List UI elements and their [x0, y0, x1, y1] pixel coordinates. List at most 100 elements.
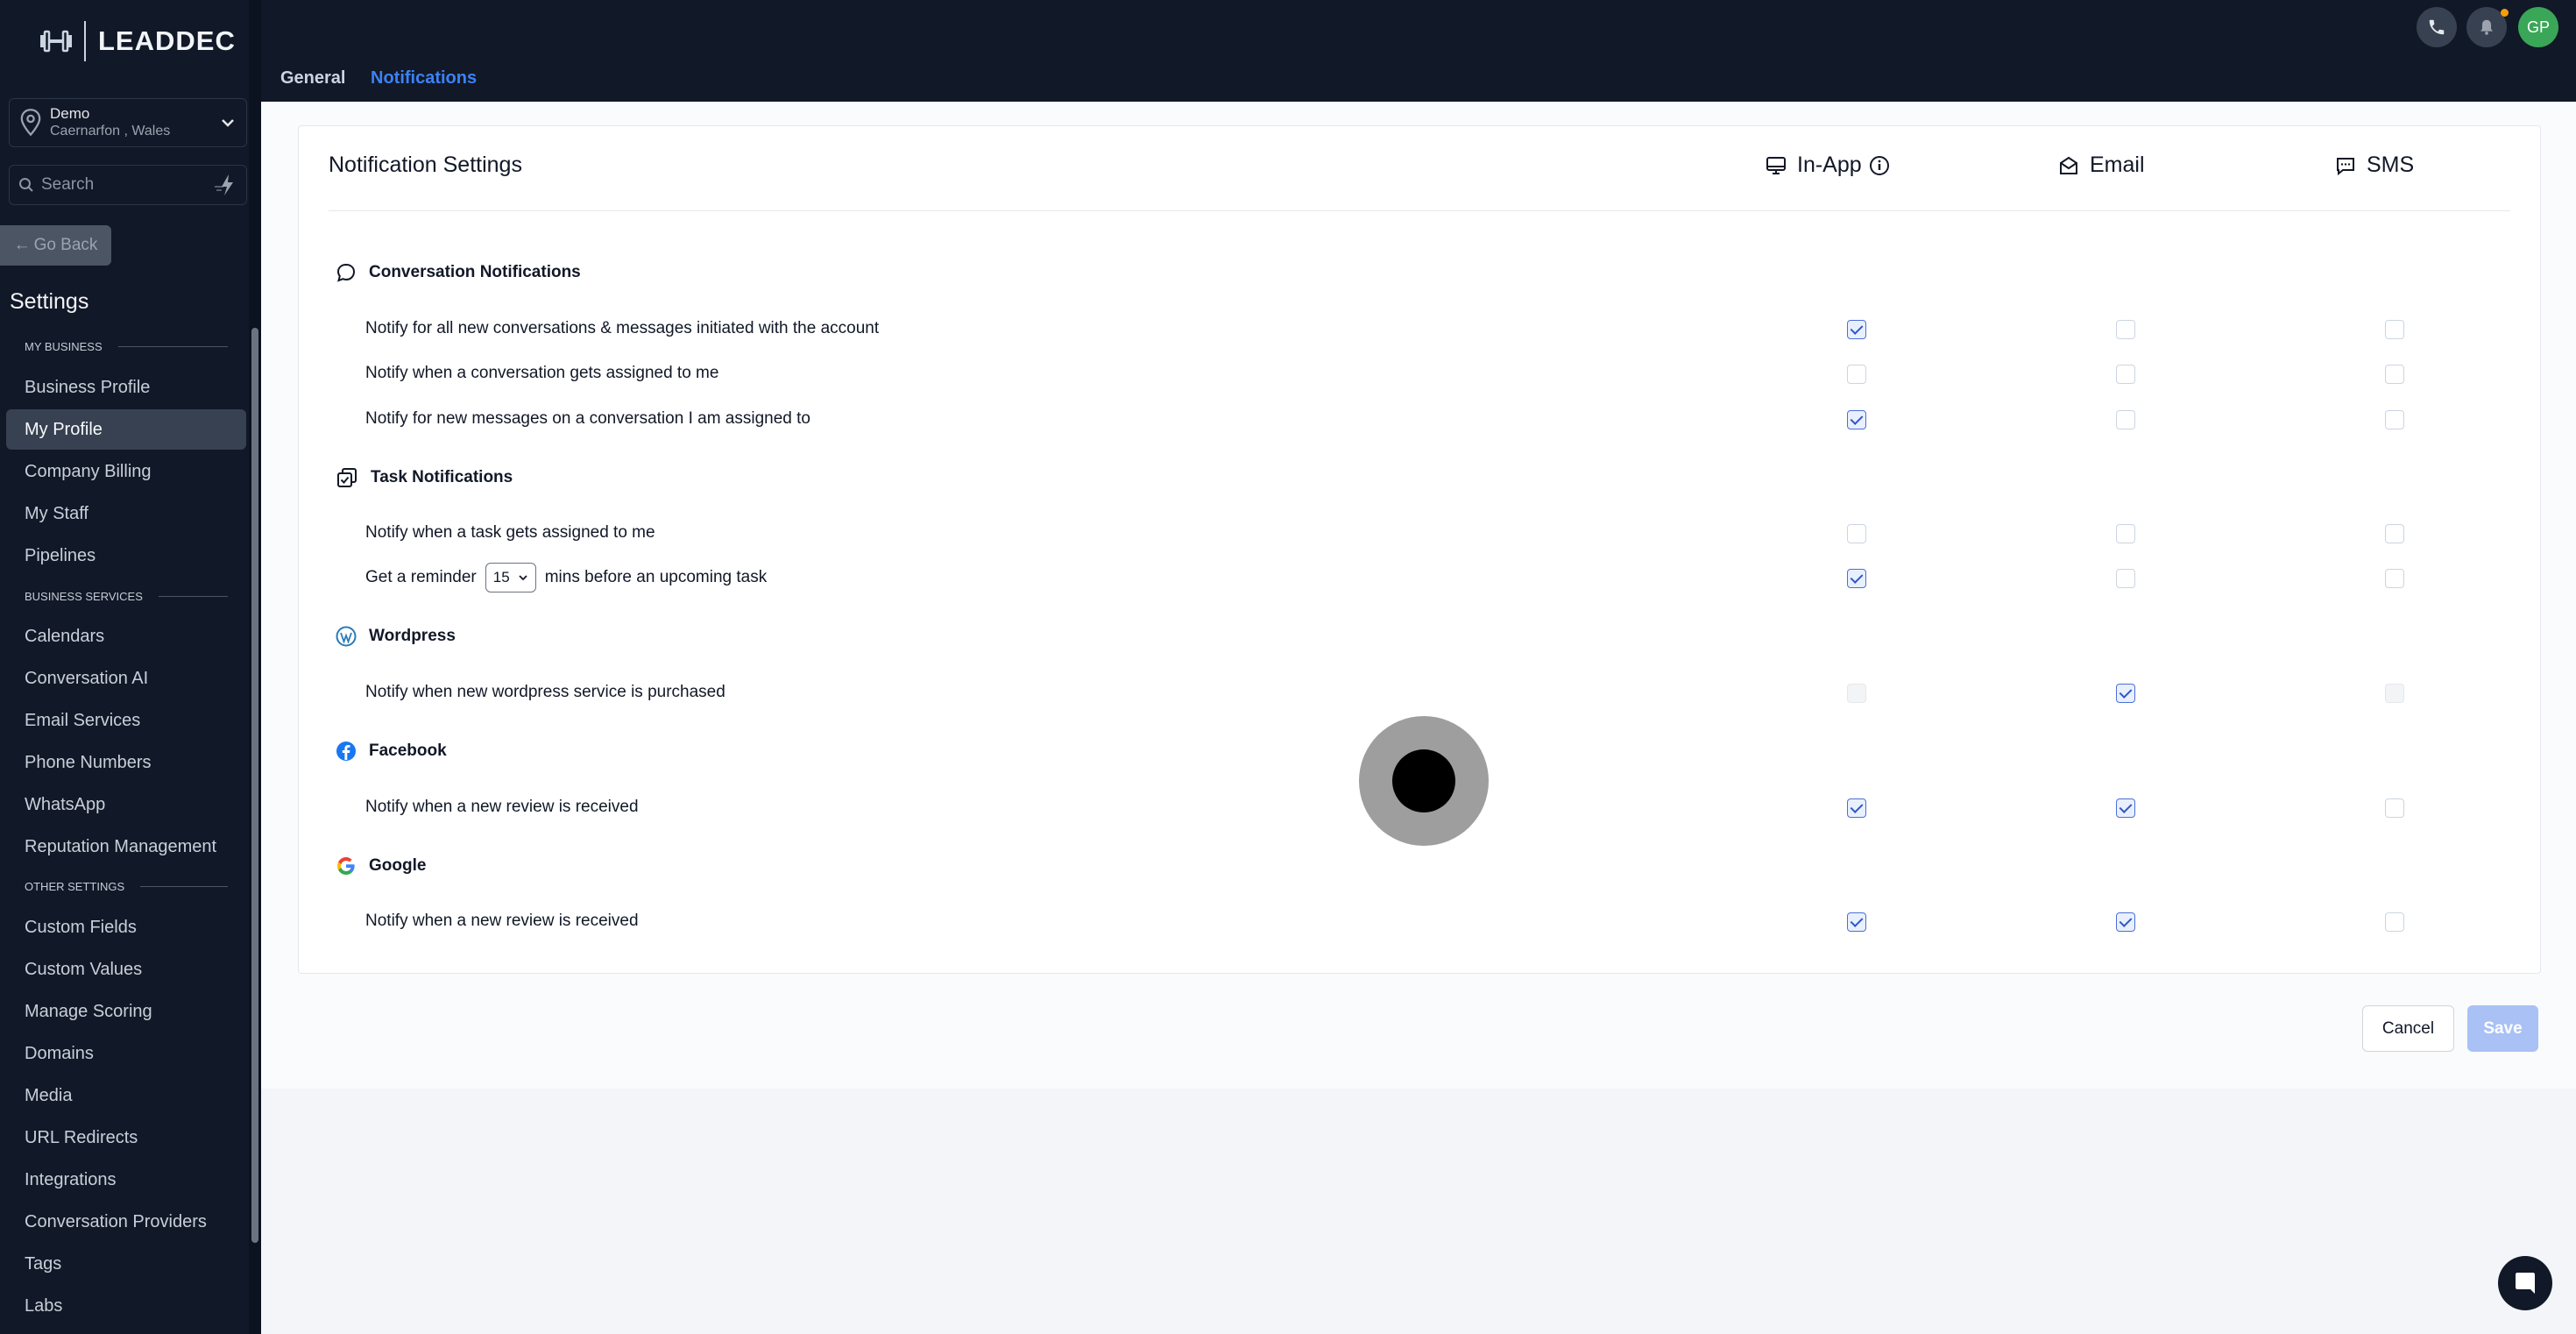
header-divider — [329, 210, 2510, 211]
settings-title: Settings — [10, 289, 89, 314]
lightning-icon[interactable] — [213, 173, 237, 197]
location-address: Caernarfon , Wales — [50, 124, 171, 138]
brand-name: LEADDEC — [98, 25, 236, 56]
checkbox-sms[interactable] — [2385, 524, 2404, 543]
phone-icon — [2429, 19, 2445, 35]
phone-button[interactable] — [2417, 7, 2457, 47]
checkbox-sms[interactable] — [2385, 320, 2404, 339]
row-label: Notify when new wordpress service is pur… — [365, 683, 725, 701]
checkbox-in-app[interactable] — [1847, 320, 1866, 339]
notification-dot — [2501, 9, 2509, 17]
sidebar-item-reputation-management[interactable]: Reputation Management — [6, 827, 246, 867]
sidebar: LEADDEC Demo Caernarfon , Wales Search ←… — [0, 0, 261, 1334]
sidebar-item-custom-fields[interactable]: Custom Fields — [6, 907, 246, 947]
avatar[interactable]: GP — [2518, 7, 2558, 47]
row-label: Notify when a new review is received — [365, 798, 639, 816]
location-switcher[interactable]: Demo Caernarfon , Wales — [9, 98, 247, 147]
sidebar-item-labs[interactable]: Labs — [6, 1286, 246, 1326]
search-icon — [19, 178, 33, 192]
cancel-button[interactable]: Cancel — [2362, 1005, 2454, 1052]
sidebar-scrollbar-thumb[interactable] — [251, 328, 258, 1243]
checkbox-in-app[interactable] — [1847, 569, 1866, 588]
message-square-icon — [2337, 157, 2354, 175]
sidebar-item-url-redirects[interactable]: URL Redirects — [6, 1118, 246, 1158]
location-name: Demo — [50, 105, 90, 122]
go-back-label: Go Back — [33, 236, 98, 254]
chat-bubble-icon — [336, 263, 356, 282]
envelope-icon — [2060, 156, 2077, 174]
sidebar-item-whatsapp[interactable]: WhatsApp — [6, 784, 246, 825]
sidebar-item-manage-scoring[interactable]: Manage Scoring — [6, 991, 246, 1032]
notification-settings-card: Notification Settings In-App Email SMS C… — [298, 125, 2541, 974]
checkbox-in-app[interactable] — [1847, 798, 1866, 818]
sidebar-scrollbar[interactable] — [249, 0, 261, 1334]
sidebar-item-email-services[interactable]: Email Services — [6, 700, 246, 741]
checkbox-in-app[interactable] — [1847, 524, 1866, 543]
sidebar-item-domains[interactable]: Domains — [6, 1033, 246, 1074]
row-label: Notify for all new conversations & messa… — [365, 319, 880, 337]
sidebar-search[interactable]: Search — [9, 165, 247, 205]
info-icon[interactable] — [1869, 155, 1890, 176]
checkbox-email[interactable] — [2116, 320, 2135, 339]
arrow-left-icon: ← — [13, 236, 31, 254]
checkbox-email[interactable] — [2116, 365, 2135, 384]
sidebar-item-tags[interactable]: Tags — [6, 1244, 246, 1284]
sidebar-item-custom-values[interactable]: Custom Values — [6, 949, 246, 990]
reminder-minutes-select[interactable]: 15 — [485, 563, 536, 592]
section-heading-other-settings: OTHER SETTINGS — [25, 880, 228, 893]
chevron-down-icon — [519, 575, 527, 581]
group-title-conversation-notifications: Conversation Notifications — [336, 262, 581, 283]
sidebar-item-company-billing[interactable]: Company Billing — [6, 451, 246, 492]
row-label: Notify for new messages on a conversatio… — [365, 409, 810, 428]
sidebar-item-calendars[interactable]: Calendars — [6, 616, 246, 656]
checkbox-in-app[interactable] — [1847, 912, 1866, 932]
row-label: Notify when a new review is received — [365, 912, 639, 930]
column-header-in-app: In-App — [1766, 153, 1890, 178]
sidebar-item-business-profile[interactable]: Business Profile — [6, 367, 246, 408]
sidebar-item-my-profile[interactable]: My Profile — [6, 409, 246, 450]
group-title-facebook: Facebook — [336, 741, 447, 762]
google-icon — [337, 857, 355, 875]
tab-notifications[interactable]: Notifications — [371, 68, 477, 89]
bell-icon — [2480, 19, 2493, 35]
checkbox-email[interactable] — [2116, 524, 2135, 543]
checkbox-sms[interactable] — [2385, 365, 2404, 384]
touch-indicator-center — [1392, 749, 1455, 812]
brand-logo[interactable]: LEADDEC — [39, 19, 236, 63]
checkbox-sms[interactable] — [2385, 569, 2404, 588]
sidebar-item-media[interactable]: Media — [6, 1075, 246, 1116]
reminder-row-label: Get a reminder 15 mins before an upcomin… — [365, 563, 767, 592]
row-label: Notify when a task gets assigned to me — [365, 523, 655, 542]
sidebar-item-integrations[interactable]: Integrations — [6, 1160, 246, 1200]
sidebar-item-pipelines[interactable]: Pipelines — [6, 536, 246, 576]
column-header-sms: SMS — [2335, 153, 2414, 178]
sidebar-item-conversation-ai[interactable]: Conversation AI — [6, 658, 246, 699]
search-placeholder: Search — [41, 175, 95, 194]
checkbox-email[interactable] — [2116, 410, 2135, 429]
row-label: Notify when a conversation gets assigned… — [365, 364, 719, 382]
checkbox-in-app[interactable] — [1847, 410, 1866, 429]
go-back-button[interactable]: ← Go Back — [0, 225, 111, 266]
save-button[interactable]: Save — [2467, 1005, 2538, 1052]
sidebar-item-phone-numbers[interactable]: Phone Numbers — [6, 742, 246, 783]
checkbox-sms[interactable] — [2385, 912, 2404, 932]
checkbox-email[interactable] — [2116, 569, 2135, 588]
sidebar-item-conversation-providers[interactable]: Conversation Providers — [6, 1202, 246, 1242]
card-title: Notification Settings — [329, 153, 522, 177]
checkbox-email[interactable] — [2116, 684, 2135, 703]
chevron-down-icon — [222, 119, 234, 127]
tab-general[interactable]: General — [280, 68, 345, 89]
sidebar-item-my-staff[interactable]: My Staff — [6, 493, 246, 534]
checkbox-sms[interactable] — [2385, 410, 2404, 429]
checkbox-in-app[interactable] — [1847, 365, 1866, 384]
checkbox-email[interactable] — [2116, 798, 2135, 818]
checkbox-email[interactable] — [2116, 912, 2135, 932]
logo-divider — [84, 21, 86, 61]
wordpress-icon — [336, 626, 357, 647]
top-bar: General Notifications GP — [261, 0, 2576, 102]
checkbox-sms[interactable] — [2385, 798, 2404, 818]
section-heading-my-business: MY BUSINESS — [25, 340, 228, 353]
location-pin-icon — [20, 109, 41, 137]
group-title-task-notifications: Task Notifications — [336, 466, 513, 489]
chat-widget-button[interactable] — [2498, 1256, 2552, 1310]
